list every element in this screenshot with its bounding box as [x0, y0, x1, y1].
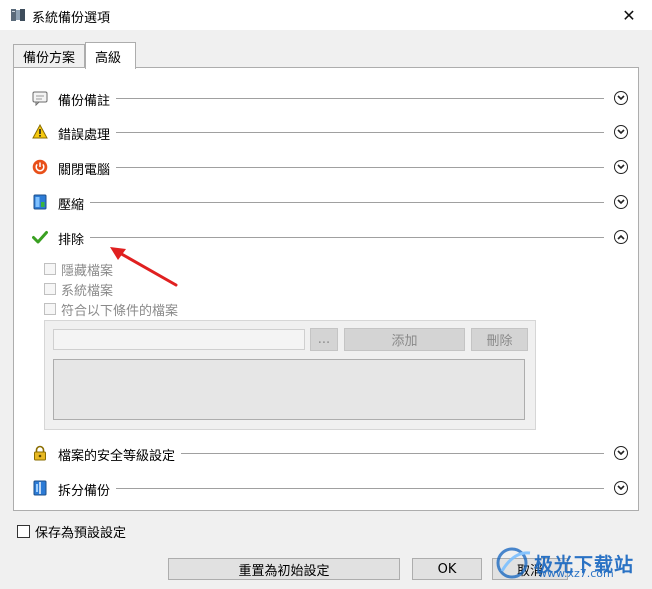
add-button[interactable]: 添加: [344, 328, 465, 351]
exclude-filter-group: ... 添加 刪除: [44, 320, 536, 430]
section-shutdown[interactable]: 關閉電腦: [32, 155, 628, 179]
expand-chevron-down-icon[interactable]: [614, 160, 628, 174]
app-icon: [11, 9, 25, 21]
expand-chevron-down-icon[interactable]: [614, 446, 628, 460]
warning-icon: [32, 124, 48, 139]
watermark-url: www.xz7.com: [538, 567, 614, 580]
check-icon: [32, 231, 48, 244]
compress-icon: [33, 194, 47, 210]
save-as-default-checkbox[interactable]: 保存為預設設定: [17, 523, 126, 541]
section-label: 壓縮: [58, 194, 91, 213]
lock-icon: [34, 445, 46, 461]
power-icon: [32, 159, 48, 175]
section-label: 關閉電腦: [58, 159, 117, 178]
section-label: 拆分備份: [58, 480, 117, 499]
exclude-pattern-input[interactable]: [53, 329, 305, 350]
close-icon: ✕: [622, 5, 636, 25]
annotation-arrow-icon: [110, 247, 178, 287]
exclude-matching-files-checkbox[interactable]: 符合以下條件的檔案: [44, 301, 178, 319]
section-security[interactable]: 檔案的安全等級設定: [32, 441, 628, 465]
section-divider: [58, 488, 604, 489]
title-bar: 系統備份選項 ✕: [0, 0, 652, 30]
section-error-handling[interactable]: 錯誤處理: [32, 120, 628, 144]
section-label: 備份備註: [58, 90, 117, 109]
expand-chevron-down-icon[interactable]: [614, 91, 628, 105]
close-button[interactable]: ✕: [606, 0, 652, 30]
section-divider: [58, 98, 604, 99]
advanced-panel: 備份備註 錯誤處理 關閉電腦 壓縮 排除 隱藏檔案 系統檔案 符合以下條件的檔案…: [13, 67, 639, 511]
section-label: 錯誤處理: [58, 124, 117, 143]
section-divider: [58, 202, 604, 203]
section-label: 排除: [58, 229, 91, 248]
browse-button[interactable]: ...: [310, 328, 338, 351]
exclude-system-files-checkbox[interactable]: 系統檔案: [44, 281, 113, 299]
ok-button[interactable]: OK: [412, 558, 482, 580]
section-label: 檔案的安全等級設定: [58, 445, 182, 464]
exclude-hidden-files-checkbox[interactable]: 隱藏檔案: [44, 261, 113, 279]
section-divider: [58, 132, 604, 133]
watermark-logo: 极光下载站 www.xz7.com: [494, 543, 644, 583]
section-divider: [58, 167, 604, 168]
watermark-icon: [496, 547, 531, 579]
comment-icon: [32, 91, 48, 106]
section-split-backup[interactable]: 拆分備份: [32, 476, 628, 500]
split-icon: [33, 480, 47, 496]
delete-button[interactable]: 刪除: [471, 328, 528, 351]
section-divider: [58, 237, 604, 238]
tab-backup-scheme[interactable]: 備份方案: [13, 44, 85, 68]
expand-chevron-down-icon[interactable]: [614, 481, 628, 495]
section-backup-notes[interactable]: 備份備註: [32, 86, 628, 110]
expand-chevron-down-icon[interactable]: [614, 125, 628, 139]
exclude-list[interactable]: [53, 359, 525, 420]
section-compression[interactable]: 壓縮: [32, 190, 628, 214]
reset-defaults-button[interactable]: 重置為初始設定: [168, 558, 400, 580]
expand-chevron-down-icon[interactable]: [614, 195, 628, 209]
tab-advanced[interactable]: 高級: [85, 42, 136, 69]
window-title: 系統備份選項: [32, 11, 111, 26]
collapse-chevron-up-icon[interactable]: [614, 230, 628, 244]
